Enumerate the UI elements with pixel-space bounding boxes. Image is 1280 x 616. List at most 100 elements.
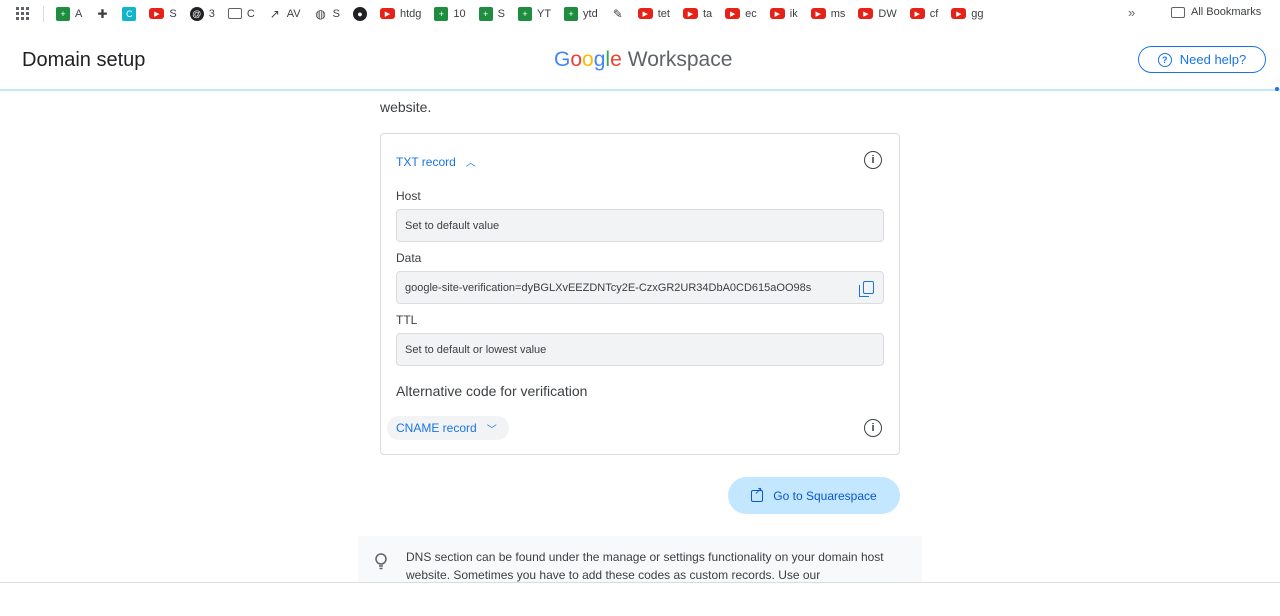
- bookmark-item[interactable]: + S: [478, 6, 505, 21]
- youtube-icon: ▶: [637, 8, 653, 19]
- footer-divider: [0, 582, 1280, 583]
- youtube-icon: ▶: [379, 8, 395, 19]
- youtube-icon: ▶: [858, 8, 874, 19]
- need-help-label: Need help?: [1179, 52, 1247, 67]
- intro-text: website.: [380, 99, 432, 115]
- bookmark-item[interactable]: ✎: [611, 7, 625, 21]
- all-bookmarks-button[interactable]: All Bookmarks: [1171, 6, 1261, 18]
- info-icon[interactable]: i: [864, 151, 882, 169]
- bookmark-item[interactable]: ▶ DW: [858, 7, 897, 20]
- bookmark-item[interactable]: ▶ ik: [769, 8, 798, 20]
- youtube-icon: ▶: [725, 8, 741, 19]
- bookmark-item[interactable]: +10: [434, 6, 466, 21]
- pin-icon: ✎: [612, 6, 623, 21]
- ttl-label: TTL: [396, 313, 418, 327]
- teal-app-icon: C: [122, 6, 137, 21]
- help-circle-icon: ?: [1157, 52, 1172, 67]
- bookmark-item[interactable]: ▶ ec: [725, 8, 757, 20]
- bookmark-item[interactable]: ▶ tet: [637, 7, 670, 20]
- ttl-field: Set to default or lowest value: [396, 333, 884, 366]
- bookmark-label: gg: [971, 7, 984, 20]
- folder-icon: [1171, 6, 1185, 18]
- youtube-icon: ▶: [149, 8, 165, 19]
- record-card: TXT record ︿ i Host Set to default value…: [380, 133, 900, 455]
- bookmark-item[interactable]: ▶ gg: [951, 7, 984, 20]
- bookmark-label: A: [75, 7, 83, 20]
- bookmark-item[interactable]: ▶ htdg: [379, 7, 422, 20]
- youtube-icon: ▶: [810, 8, 826, 19]
- data-value: google-site-verification=dyBGLXvEEZDNTcy…: [405, 281, 812, 294]
- all-bookmarks-label: All Bookmarks: [1191, 6, 1262, 18]
- host-value: Set to default value: [405, 219, 500, 232]
- need-help-button[interactable]: ? Need help?: [1138, 46, 1266, 73]
- threads-icon: @: [189, 6, 204, 21]
- cname-record-toggle[interactable]: CNAME record ﹀: [387, 416, 509, 440]
- open-external-icon: [751, 486, 764, 502]
- bookmark-label: htdg: [399, 7, 422, 20]
- bookmarks-bar: + A ✚ C ▶ S @3 C ↗ AV ◍ S ● ▶ htdg +10 + S + YT + ytd ✎ ▶ tet ▶ ta…: [0, 0, 1280, 27]
- page-title: Domain setup: [22, 49, 146, 71]
- bookmark-item[interactable]: + YT: [517, 6, 552, 21]
- youtube-icon: ▶: [682, 8, 698, 19]
- chevron-down-icon: ﹀: [486, 424, 497, 436]
- host-label: Host: [396, 189, 421, 203]
- bookmark-list: + A ✚ C ▶ S @3 C ↗ AV ◍ S ● ▶ htdg +10 + S + YT + ytd ✎ ▶ tet ▶ ta…: [56, 6, 997, 21]
- folder-icon: [227, 8, 242, 19]
- bookmark-label: S: [332, 7, 340, 20]
- verification-panel: website. TXT record ︿ i Host Set to defa…: [358, 91, 922, 583]
- bookmark-item[interactable]: ✚: [95, 7, 109, 21]
- sheets-icon: +: [478, 6, 493, 21]
- host-field: Set to default value: [396, 209, 884, 242]
- progress-indicator: [1275, 87, 1279, 91]
- chevron-up-icon: ︿: [465, 158, 476, 169]
- bookmark-label: DW: [878, 7, 897, 20]
- bookmark-label: 3: [208, 7, 215, 20]
- google-workspace-logo: Google Workspace: [554, 48, 732, 72]
- trend-icon: ↗: [269, 6, 280, 21]
- bookmark-label: S: [169, 7, 177, 20]
- bookmark-item[interactable]: C: [227, 8, 255, 20]
- bookmark-item[interactable]: ◍ S: [314, 7, 340, 21]
- sheets-icon: +: [434, 6, 449, 21]
- bookmark-item[interactable]: C: [122, 6, 137, 21]
- dns-tip-text: DNS section can be found under the manag…: [406, 550, 884, 582]
- github-icon: ●: [352, 6, 367, 21]
- ttl-value: Set to default or lowest value: [405, 343, 547, 356]
- youtube-icon: ▶: [951, 8, 967, 19]
- workspace-wordmark: Workspace: [627, 48, 733, 71]
- bookmark-label: tet: [657, 7, 670, 20]
- bookmark-label: ec: [745, 7, 757, 20]
- copy-icon[interactable]: [859, 281, 874, 297]
- bookmark-item[interactable]: + ytd: [564, 6, 598, 21]
- txt-record-toggle[interactable]: TXT record ︿: [396, 154, 476, 170]
- sheets-icon: +: [56, 6, 70, 21]
- alternative-code-heading: Alternative code for verification: [396, 383, 588, 399]
- info-icon[interactable]: i: [864, 419, 882, 437]
- bookmark-label: cf: [929, 7, 939, 20]
- bookmark-item[interactable]: ↗ AV: [268, 7, 301, 21]
- bookmark-label: ytd: [583, 7, 598, 20]
- globe-icon: ◍: [315, 6, 326, 21]
- bookmark-item[interactable]: + A: [56, 6, 83, 21]
- bookmark-item[interactable]: ▶ ms: [810, 8, 845, 20]
- bookmark-item[interactable]: ▶ S: [149, 7, 177, 20]
- bookmarks-overflow-icon[interactable]: »: [1128, 5, 1135, 20]
- dns-tip-panel: DNS section can be found under the manag…: [358, 536, 922, 583]
- bookmark-label: YT: [536, 7, 552, 20]
- bookmark-label: ta: [702, 7, 713, 20]
- data-field: google-site-verification=dyBGLXvEEZDNTcy…: [396, 271, 884, 304]
- go-to-squarespace-button[interactable]: Go to Squarespace: [728, 477, 900, 514]
- bookmark-label: AV: [286, 7, 301, 20]
- apps-grid-icon[interactable]: [16, 7, 29, 20]
- txt-record-label: TXT record: [396, 154, 456, 169]
- bookmark-item[interactable]: ▶ ta: [682, 7, 713, 20]
- bookmark-item[interactable]: ▶ cf: [909, 7, 939, 20]
- app-header: Domain setup Google Workspace ? Need hel…: [0, 27, 1280, 90]
- bookmark-item[interactable]: @3: [189, 6, 215, 21]
- cname-record-label: CNAME record: [396, 421, 477, 435]
- bookmark-item[interactable]: ●: [352, 6, 367, 21]
- bookmark-label: 10: [453, 7, 466, 20]
- sheets-icon: +: [564, 6, 579, 21]
- bookmark-label: S: [497, 7, 505, 20]
- puzzle-icon: ✚: [97, 6, 108, 21]
